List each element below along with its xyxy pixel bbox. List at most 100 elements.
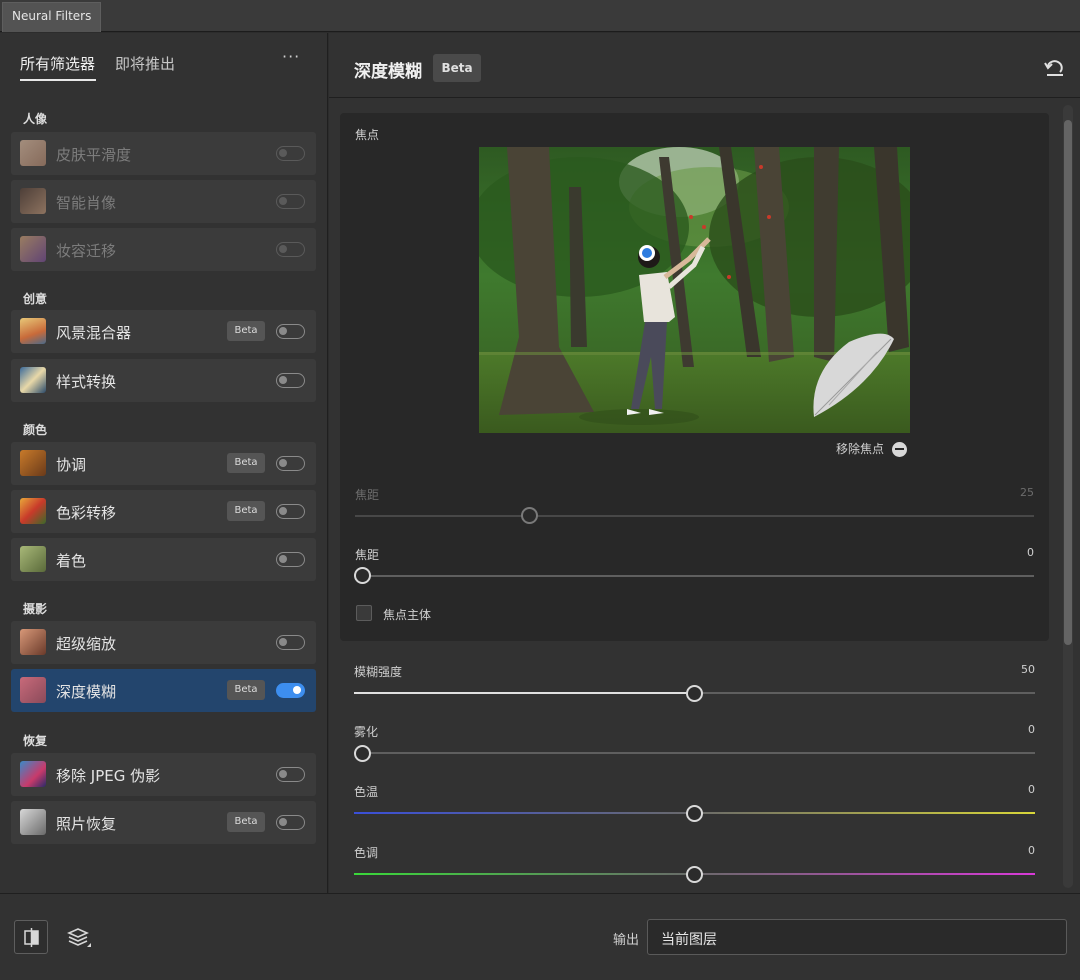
filter-item-label: 智能肖像	[56, 194, 117, 212]
filter-toggle[interactable]	[276, 373, 305, 388]
compare-view-button[interactable]	[14, 920, 48, 954]
output-selected-value: 当前图层	[661, 932, 717, 948]
filter-title: 深度模糊	[354, 62, 422, 82]
jpeg-artifacts-thumbnail-icon	[20, 761, 46, 787]
beta-badge: Beta	[227, 680, 265, 700]
filter-item-label: 协调	[56, 456, 87, 474]
focal-range-value: 0	[1027, 546, 1034, 559]
reset-icon[interactable]	[1043, 55, 1067, 79]
focal-range-slider-track[interactable]	[355, 575, 1034, 577]
filter-item-label: 色彩转移	[56, 504, 117, 522]
window-title-tab[interactable]: Neural Filters	[2, 2, 102, 32]
filter-item-label: 风景混合器	[56, 324, 132, 342]
filter-item-depth-blur[interactable]: 深度模糊 Beta	[11, 669, 316, 712]
focal-distance-slider-track[interactable]	[355, 515, 1034, 517]
focal-range-slider-handle[interactable]	[354, 567, 371, 584]
blur-strength-slider-handle[interactable]	[686, 685, 703, 702]
filter-item-smart-portrait[interactable]: 智能肖像	[11, 180, 316, 223]
filter-toggle[interactable]	[276, 194, 305, 209]
beta-badge: Beta	[227, 453, 265, 473]
focus-preview-image[interactable]	[479, 147, 910, 433]
split-view-icon	[24, 928, 39, 947]
filter-item-label: 妆容迁移	[56, 242, 117, 260]
filter-item-label: 着色	[56, 552, 87, 570]
focus-subject-checkbox[interactable]	[356, 605, 372, 621]
filter-item-label: 照片恢复	[56, 815, 117, 833]
filter-item-label: 移除 JPEG 伪影	[56, 767, 161, 785]
footer-bar: 输出 当前图层	[0, 893, 1080, 980]
category-portrait: 人像	[23, 112, 48, 126]
temperature-value: 0	[1028, 783, 1035, 796]
harmonization-thumbnail-icon	[20, 450, 46, 476]
filter-toggle[interactable]	[276, 815, 305, 830]
beta-badge: Beta	[433, 54, 481, 82]
haze-slider-track[interactable]	[354, 752, 1035, 754]
category-restoration: 恢复	[23, 734, 48, 748]
beta-badge: Beta	[227, 501, 265, 521]
filter-item-label: 皮肤平滑度	[56, 146, 132, 164]
filter-item-label: 深度模糊	[56, 683, 117, 701]
focal-distance-slider-handle[interactable]	[521, 507, 538, 524]
depth-blur-thumbnail-icon	[20, 677, 46, 703]
remove-focus-icon[interactable]	[892, 442, 907, 457]
style-transfer-thumbnail-icon	[20, 367, 46, 393]
filter-toggle[interactable]	[276, 767, 305, 782]
super-zoom-thumbnail-icon	[20, 629, 46, 655]
filter-toggle[interactable]	[276, 146, 305, 161]
filter-toggle[interactable]	[276, 683, 305, 698]
filter-item-harmonization[interactable]: 协调 Beta	[11, 442, 316, 485]
active-tab-underline	[20, 79, 96, 81]
filter-item-landscape-mixer[interactable]: 风景混合器 Beta	[11, 310, 316, 353]
filter-item-makeup-transfer[interactable]: 妆容迁移	[11, 228, 316, 271]
filter-item-label: 样式转换	[56, 373, 117, 391]
layers-icon[interactable]	[66, 925, 92, 951]
filter-settings-panel: 深度模糊 Beta 焦点 移除焦点 焦距 25 焦距 0 焦点主体 模糊强度 5…	[329, 33, 1080, 893]
scrollbar-thumb[interactable]	[1064, 120, 1072, 645]
photo-restoration-thumbnail-icon	[20, 809, 46, 835]
makeup-transfer-thumbnail-icon	[20, 236, 46, 262]
category-photography: 摄影	[23, 602, 48, 616]
filter-toggle[interactable]	[276, 504, 305, 519]
filter-item-remove-jpeg-artifacts[interactable]: 移除 JPEG 伪影	[11, 753, 316, 796]
output-label: 输出	[613, 933, 640, 948]
tab-coming-soon[interactable]: 即将推出	[115, 53, 175, 74]
filter-toggle[interactable]	[276, 456, 305, 471]
filter-toggle[interactable]	[276, 635, 305, 650]
filter-toggle[interactable]	[276, 324, 305, 339]
tint-slider-handle[interactable]	[686, 866, 703, 883]
filter-item-super-zoom[interactable]: 超级缩放	[11, 621, 316, 664]
blur-strength-value: 50	[1021, 663, 1035, 676]
title-bar: Neural Filters	[0, 0, 1080, 32]
beta-badge: Beta	[227, 812, 265, 832]
filter-item-color-transfer[interactable]: 色彩转移 Beta	[11, 490, 316, 533]
settings-scrollbar[interactable]	[1063, 105, 1073, 888]
focus-label: 焦点	[355, 128, 380, 142]
temperature-slider-handle[interactable]	[686, 805, 703, 822]
focus-section: 焦点 移除焦点 焦距 25 焦距 0 焦点主体	[340, 113, 1049, 641]
output-select[interactable]: 当前图层	[647, 919, 1067, 955]
temperature-label: 色温	[354, 785, 379, 799]
more-options-icon[interactable]: ···	[282, 47, 300, 66]
filter-item-photo-restoration[interactable]: 照片恢复 Beta	[11, 801, 316, 844]
tint-value: 0	[1028, 844, 1035, 857]
beta-badge: Beta	[227, 321, 265, 341]
filter-item-skin-smoothing[interactable]: 皮肤平滑度	[11, 132, 316, 175]
filter-item-colorize[interactable]: 着色	[11, 538, 316, 581]
focal-distance-value: 25	[1020, 486, 1034, 499]
skin-smoothing-thumbnail-icon	[20, 140, 46, 166]
focal-distance-label: 焦距	[355, 488, 380, 502]
filter-toggle[interactable]	[276, 242, 305, 257]
focus-subject-label: 焦点主体	[383, 608, 432, 622]
category-creative: 创意	[23, 292, 48, 306]
tab-all-filters[interactable]: 所有筛选器	[20, 53, 95, 74]
blur-strength-slider-fill	[354, 692, 694, 694]
filter-toggle[interactable]	[276, 552, 305, 567]
filter-item-label: 超级缩放	[56, 635, 117, 653]
landscape-mixer-thumbnail-icon	[20, 318, 46, 344]
remove-focus-link[interactable]: 移除焦点	[836, 440, 884, 457]
filter-item-style-transfer[interactable]: 样式转换	[11, 359, 316, 402]
colorize-thumbnail-icon	[20, 546, 46, 572]
filters-list-panel: 所有筛选器 即将推出 ··· 人像 皮肤平滑度 智能肖像 妆容迁移 创意 风景混…	[0, 33, 328, 893]
blur-strength-label: 模糊强度	[354, 665, 403, 679]
haze-slider-handle[interactable]	[354, 745, 371, 762]
